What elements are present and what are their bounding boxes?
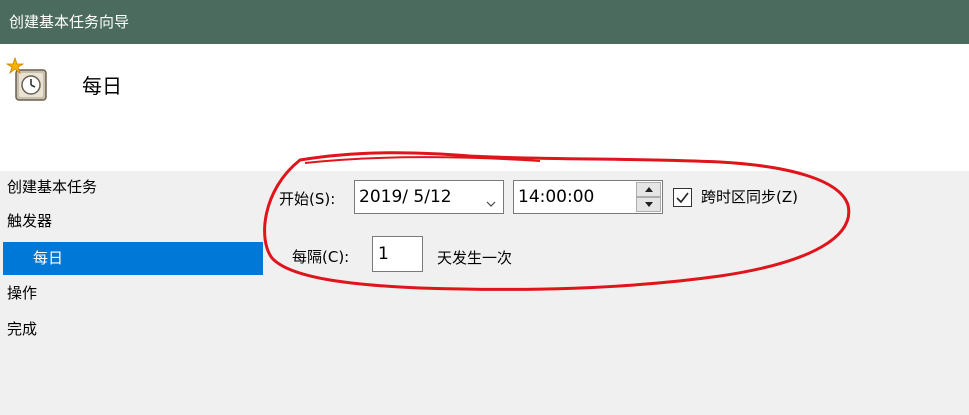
spin-down-button[interactable] [636,197,661,212]
nav-step-finish[interactable]: 完成 [0,313,263,346]
every-label: 每隔(C): [292,248,350,266]
checkmark-icon [676,192,689,204]
caret-down-icon [645,202,653,207]
scheduled-task-clock-icon [5,56,54,104]
spin-up-button[interactable] [636,182,661,197]
wizard-header: 每日 [0,44,969,171]
window-title: 创建基本任务向导 [9,13,130,31]
nav-step-action[interactable]: 操作 [0,277,263,310]
start-time-value: 14:00:00 [518,187,595,207]
start-label: 开始(S): [279,190,336,208]
window-title-bar: 创建基本任务向导 [0,0,969,44]
start-date-picker[interactable]: 2019/ 5/12 [354,180,504,214]
every-suffix-label: 天发生一次 [437,249,513,267]
caret-up-icon [645,187,653,192]
start-time-spinner[interactable]: 14:00:00 [513,180,663,214]
every-days-value: 1 [378,244,389,264]
start-date-value: 2019/ 5/12 [359,187,452,207]
every-days-input[interactable]: 1 [372,236,423,272]
sync-timezone-checkbox[interactable] [673,188,692,207]
page-title: 每日 [82,74,122,98]
nav-step-trigger[interactable]: 触发器 [0,205,263,238]
wizard-steps-nav: 创建基本任务 触发器 每日 操作 完成 [0,171,265,415]
sync-timezone-label[interactable]: 跨时区同步(Z) [701,187,798,207]
nav-step-create-basic-task[interactable]: 创建基本任务 [0,171,263,204]
chevron-down-icon[interactable] [486,193,496,207]
nav-step-daily[interactable]: 每日 [3,242,263,275]
